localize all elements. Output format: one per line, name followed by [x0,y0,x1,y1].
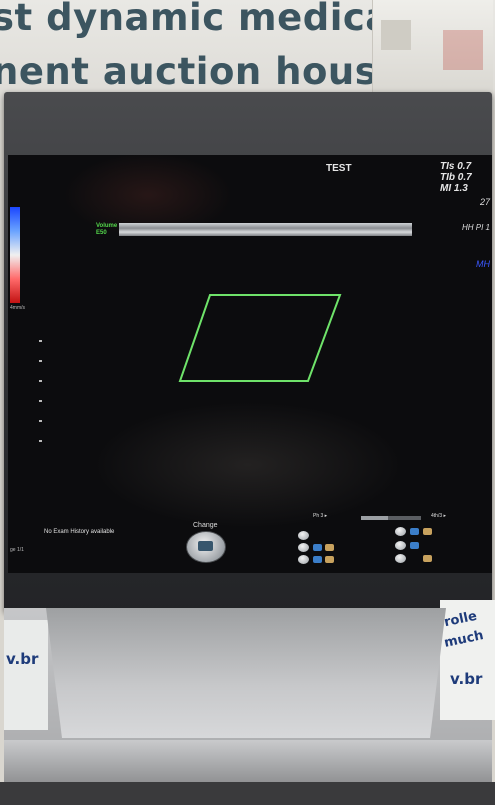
probe-icon-3[interactable] [313,556,322,563]
change-button[interactable] [186,531,226,563]
gain-slider[interactable]: Ph 3 ▸ 4th/3 ▸ [313,513,483,523]
side-label-mode: MH [476,259,490,269]
thermal-mechanical-index: TIs 0.7 TIb 0.7 MI 1.3 [440,161,472,194]
monitor-icon [198,541,213,551]
gauge-fill [361,516,388,520]
control-knob-2[interactable] [298,543,309,552]
m-mode-strip [119,223,412,236]
gauge-track[interactable] [361,516,421,520]
control-knob-6[interactable] [395,554,406,563]
exam-history-status: No Exam History available [44,529,115,535]
stand-neck [46,608,446,738]
metric-tib: TIb 0.7 [440,172,472,183]
gauge-right-label: 4th/3 ▸ [431,513,447,519]
control-knob-3[interactable] [298,555,309,564]
probe-icon-4[interactable] [325,556,334,563]
side-label-pi: HH PI 1 [461,223,490,232]
control-knob-1[interactable] [298,531,309,540]
metric-tis: TIs 0.7 [440,161,472,172]
probe-icon-8[interactable] [423,555,432,562]
probe-icon-7[interactable] [410,542,419,549]
metric-mi: MI 1.3 [440,183,468,194]
probe-icon-1[interactable] [313,544,322,551]
probe-icon-6[interactable] [423,528,432,535]
page-indicator: ge 1/1 [10,547,24,553]
side-value: 27 [479,197,490,207]
banner-text-line-1: st dynamic medical [0,0,404,39]
change-label: Change [193,522,218,529]
wall-poster [372,0,493,100]
floor [0,782,495,805]
gauge-left-label: Ph 3 ▸ [313,513,328,519]
banner-text-line-2: nent auction house [0,50,403,93]
control-knob-5[interactable] [395,541,406,550]
roi-box[interactable] [178,293,343,385]
doppler-color-bar [10,207,20,303]
ultrasound-screen: TEST TIs 0.7 TIb 0.7 MI 1.3 27 HH PI 1 M… [8,155,492,573]
probe-icon-2[interactable] [325,544,334,551]
control-knob-4[interactable] [395,527,406,536]
right-booth-panel: rolle much v.br [440,600,495,720]
exam-title: TEST [326,163,352,174]
probe-icon-5[interactable] [410,528,419,535]
left-booth-panel: v.br [4,620,48,730]
volume-label: Volume E50 [96,223,118,236]
colorbar-scale: 4mm/s [10,305,25,311]
